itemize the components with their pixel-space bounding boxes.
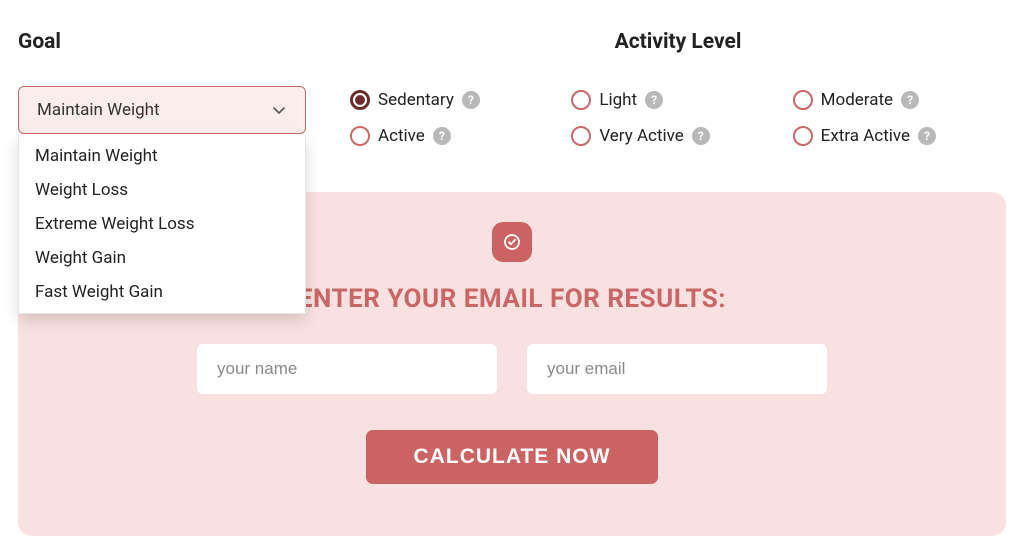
goal-option[interactable]: Weight Loss — [19, 173, 305, 207]
email-input[interactable] — [527, 344, 827, 394]
activity-option-very-active[interactable]: Very Active ? — [571, 126, 784, 146]
goal-option[interactable]: Weight Gain — [19, 241, 305, 275]
help-icon[interactable]: ? — [918, 127, 936, 145]
activity-option-label: Moderate — [821, 90, 893, 110]
help-icon[interactable]: ? — [901, 91, 919, 109]
goal-option[interactable]: Extreme Weight Loss — [19, 207, 305, 241]
name-input[interactable] — [197, 344, 497, 394]
activity-option-moderate[interactable]: Moderate ? — [793, 90, 1006, 110]
goal-label: Goal — [18, 30, 328, 54]
goal-select[interactable]: Maintain Weight — [18, 86, 306, 134]
radio-icon — [571, 90, 591, 110]
check-icon — [492, 222, 532, 262]
activity-option-sedentary[interactable]: Sedentary ? — [350, 90, 563, 110]
radio-icon — [350, 90, 370, 110]
help-icon[interactable]: ? — [645, 91, 663, 109]
goal-dropdown: Maintain Weight Weight Loss Extreme Weig… — [18, 135, 306, 314]
activity-option-active[interactable]: Active ? — [350, 126, 563, 146]
help-icon[interactable]: ? — [433, 127, 451, 145]
radio-icon — [571, 126, 591, 146]
help-icon[interactable]: ? — [692, 127, 710, 145]
radio-icon — [793, 90, 813, 110]
activity-option-light[interactable]: Light ? — [571, 90, 784, 110]
radio-icon — [793, 126, 813, 146]
chevron-down-icon — [271, 102, 287, 118]
goal-option[interactable]: Fast Weight Gain — [19, 275, 305, 309]
radio-icon — [350, 126, 370, 146]
help-icon[interactable]: ? — [462, 91, 480, 109]
goal-option[interactable]: Maintain Weight — [19, 139, 305, 173]
activity-label: Activity Level — [350, 30, 1006, 54]
activity-option-label: Active — [378, 126, 425, 146]
activity-option-label: Very Active — [599, 126, 683, 146]
activity-option-label: Extra Active — [821, 126, 910, 146]
goal-selected-value: Maintain Weight — [37, 100, 160, 120]
activity-option-label: Sedentary — [378, 90, 454, 110]
activity-option-label: Light — [599, 90, 637, 110]
calculate-button[interactable]: CALCULATE NOW — [366, 430, 659, 484]
activity-option-extra-active[interactable]: Extra Active ? — [793, 126, 1006, 146]
